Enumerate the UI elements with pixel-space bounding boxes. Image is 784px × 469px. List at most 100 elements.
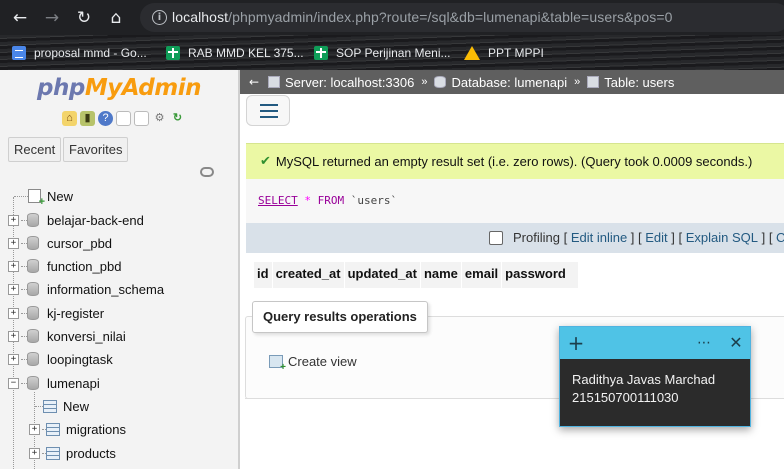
tree-item-db[interactable]: + function_pbd [8,255,121,277]
bookmark-label: SOP Perijinan Meni... [336,45,451,60]
reload-icon[interactable]: ↻ [72,6,96,30]
column-header[interactable]: email [461,262,503,288]
favorites-button[interactable]: Favorites [63,137,129,162]
back-arrow-icon[interactable]: ← [8,6,32,30]
docs-icon[interactable] [116,111,131,126]
sticky-note-line: Radithya Javas Marchad [572,372,716,387]
add-note-icon[interactable]: + [564,331,588,355]
expand-icon[interactable]: + [8,283,19,295]
sql-query-box: SELECT * FROM `users` [246,179,784,223]
database-icon [434,76,447,88]
tree-item-table[interactable]: + migrations [29,418,126,440]
close-icon[interactable]: ✕ [724,331,748,355]
tree-item-new[interactable]: New [14,185,73,207]
drive-icon [464,45,480,60]
bookmark-label: proposal mmd - Go... [34,45,147,60]
expand-icon[interactable]: + [8,237,19,249]
column-header[interactable]: created_at [272,262,345,288]
url-text[interactable]: localhost/phpmyadmin/index.php?route=/sq… [172,9,673,25]
sheets-icon [314,45,328,60]
bookmark-sop[interactable]: SOP Perijinan Meni... [314,43,451,62]
breadcrumb-separator: » [421,76,428,88]
home-icon[interactable]: ⌂ [104,6,128,30]
sticky-note-header[interactable]: + ⋯ ✕ [560,327,750,359]
column-header[interactable]: password [501,262,579,288]
tree-item-db[interactable]: + belajar-back-end [8,209,144,231]
recent-button[interactable]: Recent [8,137,62,162]
tree-label: belajar-back-end [47,212,144,228]
column-header[interactable]: name [420,262,462,288]
quick-icons: ⌂ ▮ ? ⚙ ↻ [62,111,185,127]
server-icon [268,76,280,88]
site-info-icon[interactable]: i [152,10,167,25]
expand-icon[interactable]: + [29,423,40,435]
expand-icon[interactable]: + [8,353,19,365]
explain-sql-link[interactable]: Explain SQL [686,230,758,245]
breadcrumb-database[interactable]: Database: lumenapi [434,75,567,90]
sql-query[interactable]: SELECT * FROM `users` [258,194,397,207]
tree-item-db[interactable]: + kj-register [8,302,104,324]
phpmyadmin-logo[interactable]: phpMyAdmin [37,75,201,101]
expand-icon[interactable]: + [8,330,19,342]
tree-item-db-lumenapi[interactable]: − lumenapi [8,372,100,394]
column-header[interactable]: updated_at [344,262,421,288]
query-results-operations-legend: Query results operations [252,301,428,333]
exit-icon[interactable]: ▮ [80,111,95,126]
create-view-link[interactable]: Create view [269,354,357,373]
gear-icon[interactable]: ⚙ [152,111,167,126]
home-icon[interactable]: ⌂ [62,111,77,126]
bookmark-label: PPT MPPI [488,45,544,60]
column-header[interactable]: id [254,262,273,288]
collapse-icon[interactable]: − [8,377,19,389]
database-icon [27,282,39,296]
sticky-note[interactable]: + ⋯ ✕ Radithya Javas Marchad 21515070011… [559,326,751,427]
reload-icon[interactable]: ↻ [170,111,185,126]
expand-icon[interactable]: + [29,447,40,459]
tree-item-db[interactable]: + konversi_nilai [8,325,126,347]
create-view-icon [269,355,286,373]
bookmark-label: RAB MMD KEL 375... [188,45,304,60]
tree-item-db[interactable]: + information_schema [8,278,164,300]
tree-item-new-table[interactable]: New [35,395,89,417]
profiling-label[interactable]: Profiling [513,230,560,245]
address-bar[interactable]: i localhost/phpmyadmin/index.php?route=/… [140,3,784,32]
database-icon [27,376,39,390]
expand-icon[interactable]: + [8,307,19,319]
tree-item-db[interactable]: + loopingtask [8,348,113,370]
hamburger-menu-icon[interactable] [246,95,290,126]
database-icon [27,329,39,343]
sticky-note-body[interactable]: Radithya Javas Marchad 215150700111030 [572,371,715,407]
database-icon [27,259,39,273]
collapse-arrow-icon[interactable]: ← [240,75,268,89]
breadcrumb-table[interactable]: Table: users [587,75,674,90]
expand-icon[interactable]: + [8,214,19,226]
table-icon [46,446,60,460]
tree-label: konversi_nilai [47,328,126,344]
tree-label: New [63,398,90,414]
bookmark-proposal[interactable]: proposal mmd - Go... [12,43,147,62]
help-icon[interactable]: ? [98,111,113,126]
tree-item-db[interactable]: + cursor_pbd [8,232,112,254]
breadcrumb-label: Table: users [604,74,675,90]
bookmark-ppt[interactable]: PPT MPPI [464,43,544,62]
expand-icon[interactable]: + [8,260,19,272]
forward-arrow-icon[interactable]: → [40,6,64,30]
tree-label: cursor_pbd [47,235,113,251]
sql-from-keyword: FROM [317,194,345,207]
copy-icon[interactable] [134,111,149,126]
create-php-code-link[interactable]: C [776,230,784,245]
bracket: ] [ [667,230,686,245]
sql-select-keyword[interactable]: SELECT [258,194,298,207]
edit-inline-link[interactable]: Edit inline [571,230,627,245]
more-options-icon[interactable]: ⋯ [692,331,716,355]
edit-link[interactable]: Edit [645,230,667,245]
sheets-icon [166,45,180,60]
breadcrumb-server[interactable]: Server: localhost:3306 [268,75,414,90]
bracket: ] [ [757,230,777,245]
bookmark-rab[interactable]: RAB MMD KEL 375... [166,43,304,62]
profiling-checkbox[interactable] [489,230,503,245]
results-header-row: id created_at updated_at name email pass… [254,262,579,288]
sql-star: * [304,194,311,207]
link-icon[interactable] [200,167,214,177]
tree-item-table[interactable]: + products [29,442,116,464]
